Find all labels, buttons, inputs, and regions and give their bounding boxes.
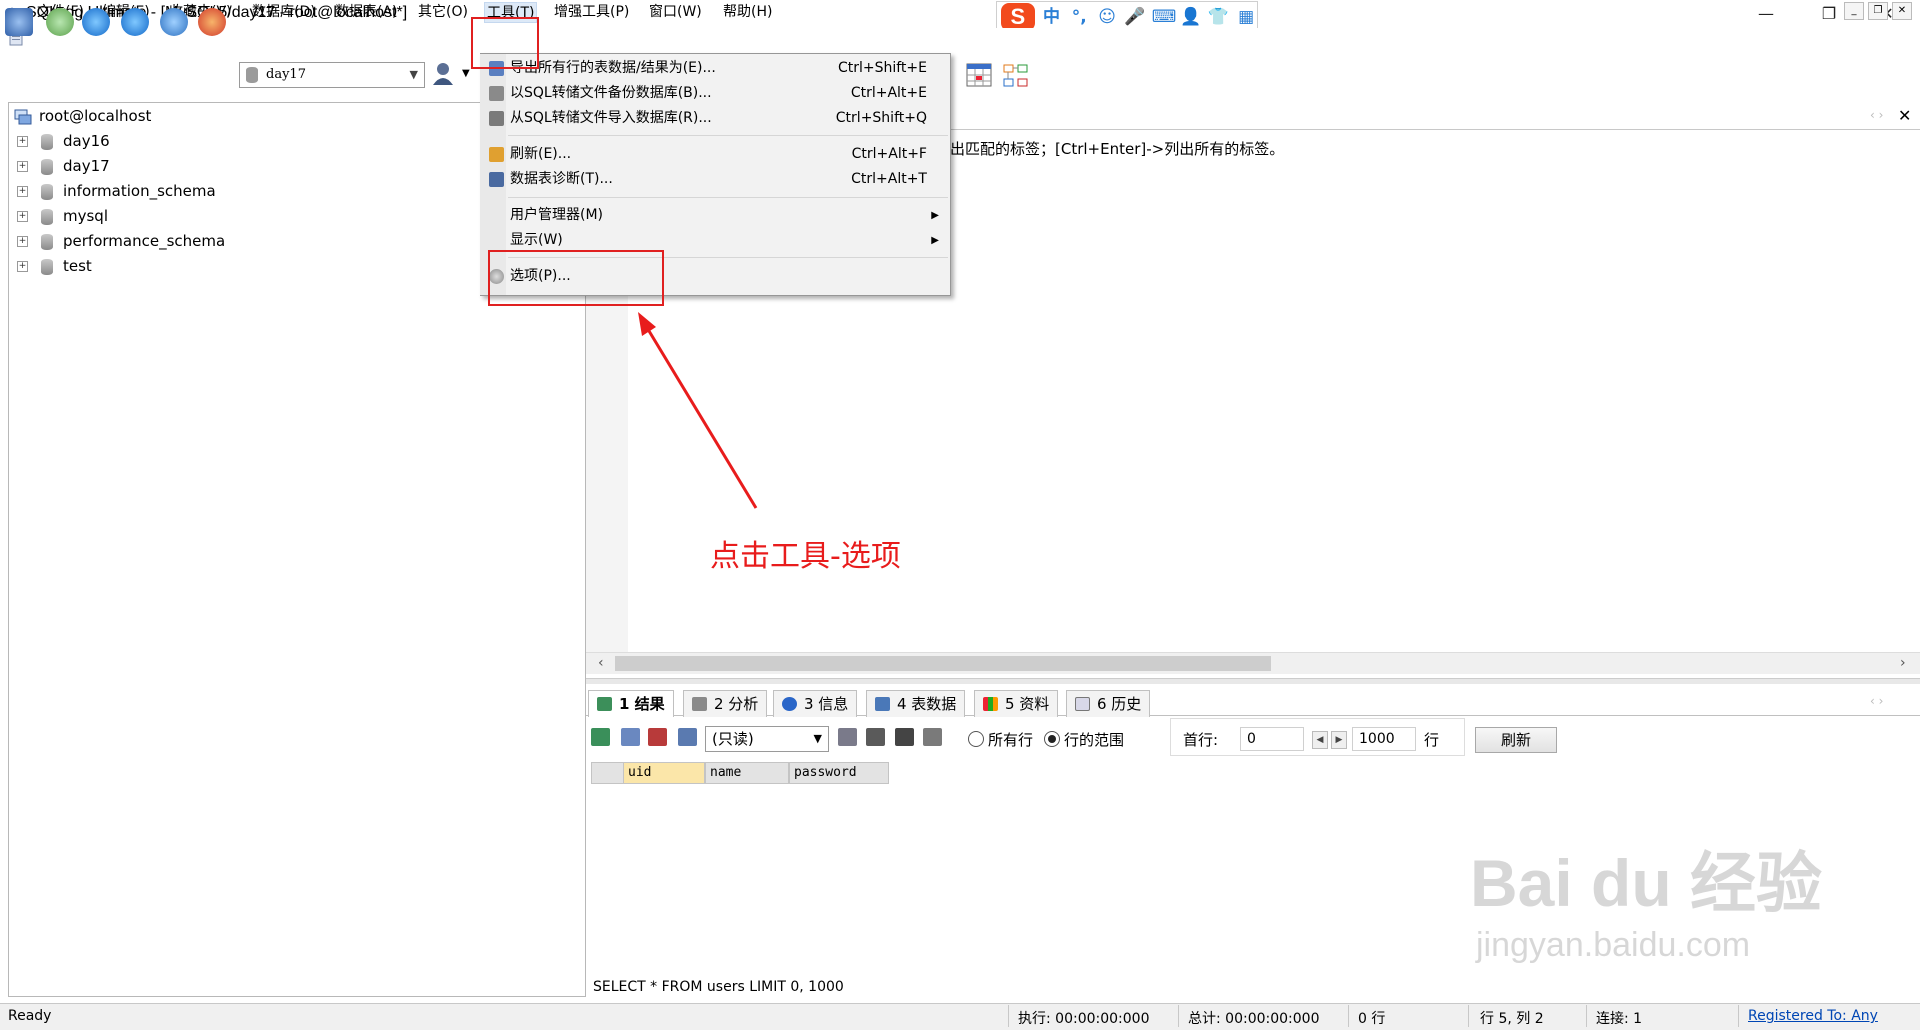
annotation-arrow [638, 312, 758, 509]
annotation-caption: 点击工具-选项 [710, 539, 901, 574]
